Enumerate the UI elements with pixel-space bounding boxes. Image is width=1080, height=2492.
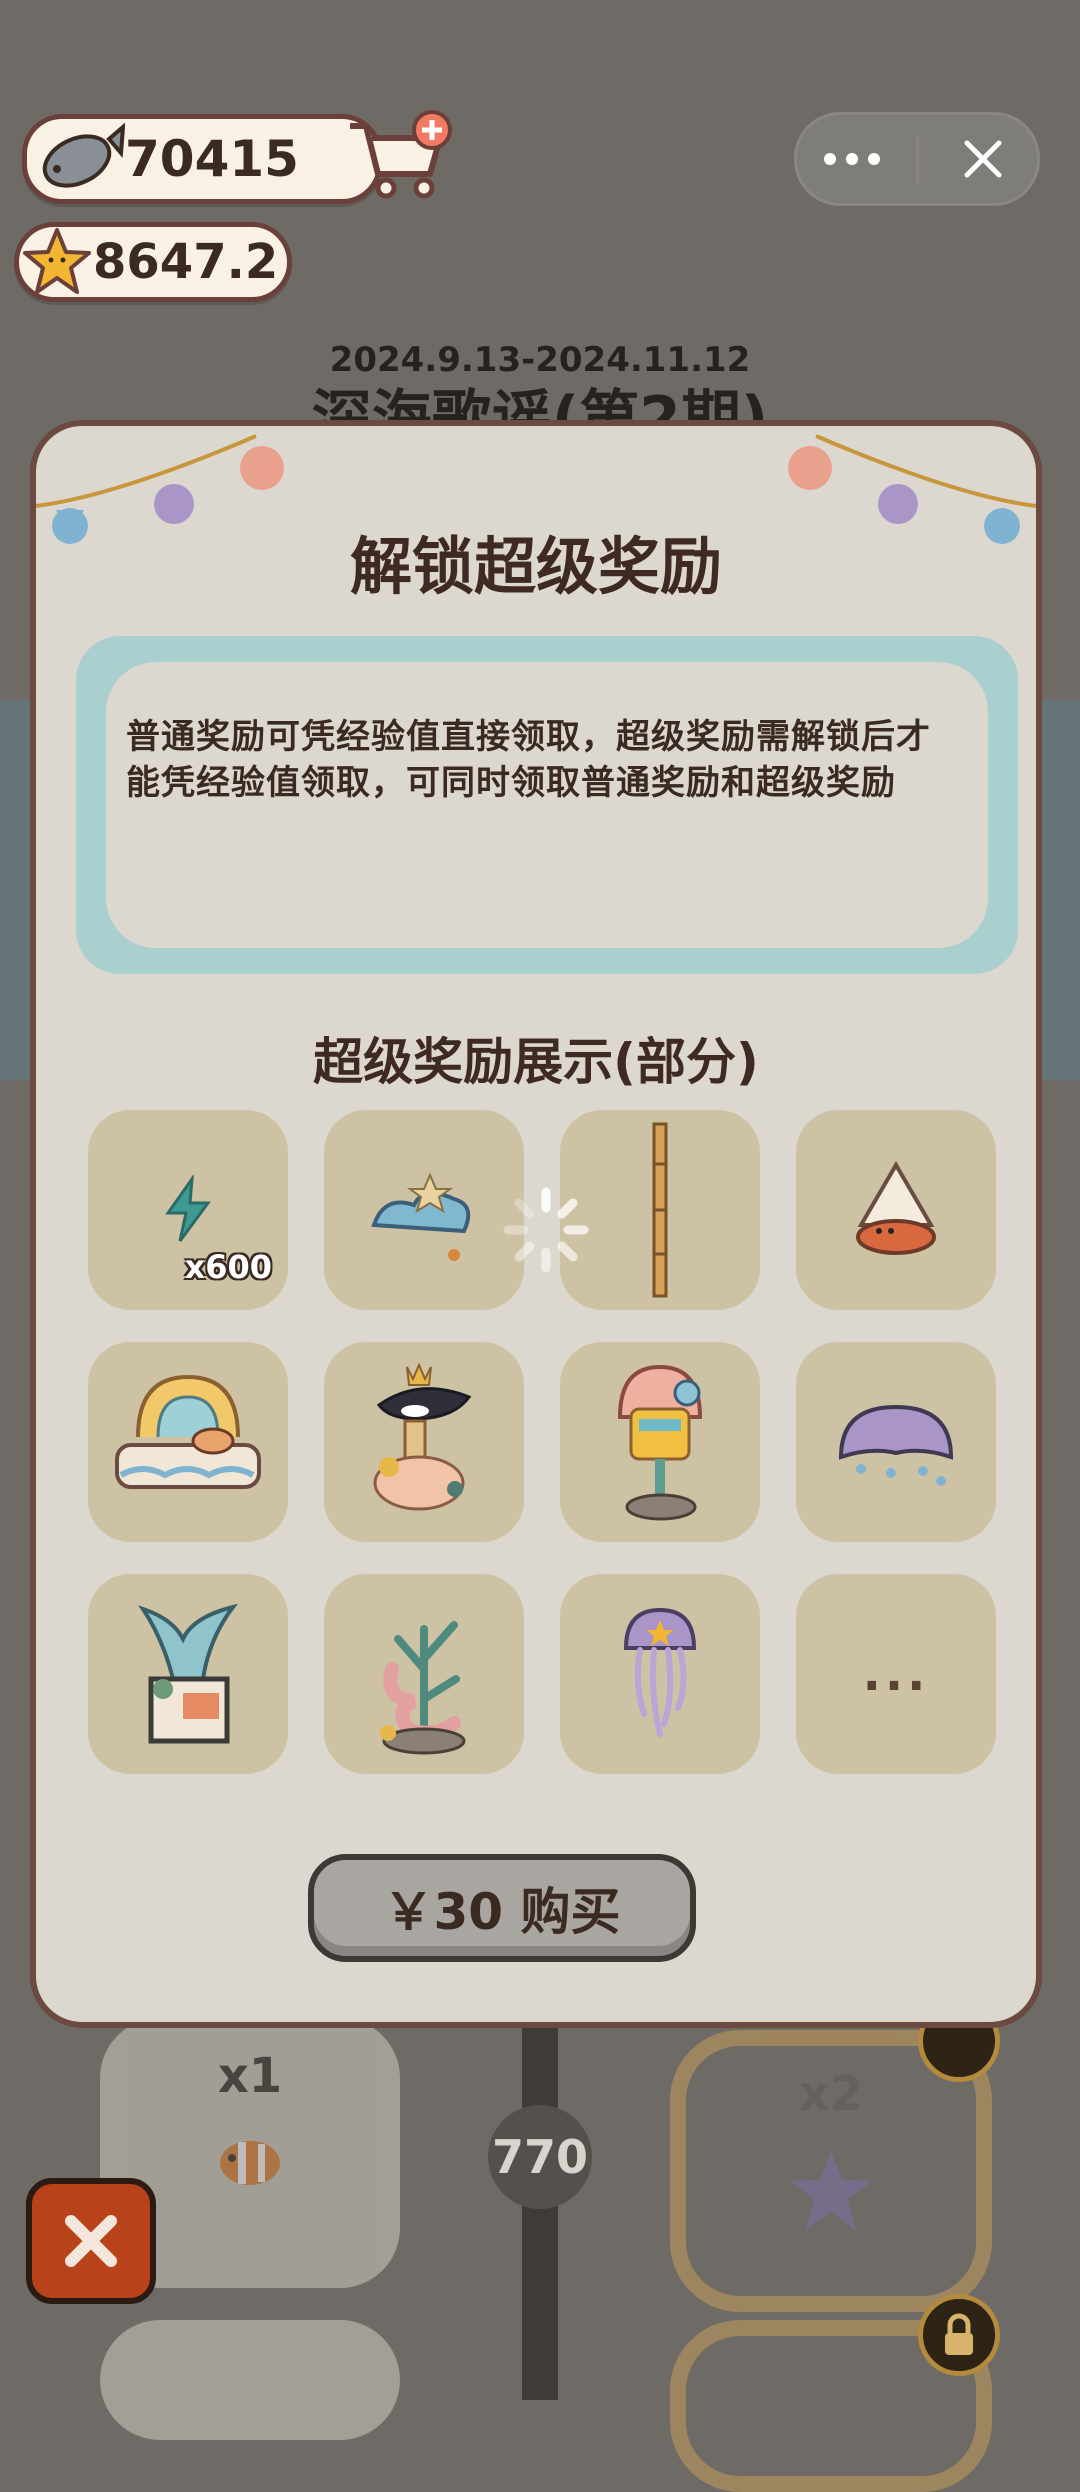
orca-sculpture-icon bbox=[373, 1362, 472, 1511]
reward-item-bamboo-pole[interactable] bbox=[560, 1110, 760, 1310]
reward-item-shell-machine[interactable] bbox=[560, 1342, 760, 1542]
fish-icon bbox=[42, 122, 125, 188]
description-frame: 普通奖励可凭经验值直接领取，超级奖励需解锁后才能凭经验值领取，可同时领取普通奖励… bbox=[76, 636, 1018, 974]
reward-item-hermit-crab-ship[interactable] bbox=[796, 1110, 996, 1310]
close-miniprogram-button[interactable] bbox=[938, 129, 1028, 189]
close-panel-button[interactable] bbox=[26, 2178, 156, 2304]
more-options-button[interactable] bbox=[807, 129, 897, 189]
coral-sculpture-icon bbox=[380, 1621, 466, 1755]
reward-item-jellyfish[interactable] bbox=[560, 1574, 760, 1774]
reward-item-shell-sofa[interactable] bbox=[88, 1342, 288, 1542]
jellyfish-icon bbox=[623, 1607, 697, 1737]
cart-icon bbox=[350, 110, 452, 199]
close-icon bbox=[65, 2215, 117, 2267]
fish-value: 70415 bbox=[125, 130, 299, 188]
reward-item-more[interactable]: ... bbox=[796, 1574, 996, 1774]
more-dots-icon bbox=[823, 153, 880, 165]
close-icon bbox=[964, 140, 1001, 178]
reward-qty-left: x1 bbox=[217, 2048, 283, 2104]
purple-jellyfish-lamp-icon bbox=[838, 1404, 954, 1486]
buy-button[interactable]: ￥30 购买 bbox=[308, 1854, 696, 1962]
reward-item-energy[interactable]: x600 bbox=[88, 1110, 288, 1310]
lock-icon bbox=[918, 2294, 1000, 2376]
fish-currency: 70415 bbox=[22, 114, 382, 204]
wave-cloud-icon bbox=[371, 1172, 471, 1261]
energy-icon bbox=[165, 1175, 211, 1242]
description-text: 普通奖励可凭经验值直接领取，超级奖励需解锁后才能凭经验值领取，可同时领取普通奖励… bbox=[126, 717, 931, 803]
star-value: 8647.2 bbox=[93, 234, 279, 290]
reward-card-left-2[interactable] bbox=[100, 2320, 400, 2440]
shell-sofa-icon bbox=[115, 1374, 261, 1489]
loading-spinner-icon bbox=[503, 1187, 589, 1273]
dialog-title: 解锁超级奖励 bbox=[349, 530, 722, 603]
capsule-divider bbox=[915, 135, 919, 183]
hermit-crab-ship-icon bbox=[856, 1161, 936, 1255]
miniprogram-capsule bbox=[794, 112, 1040, 206]
shop-cart-button[interactable] bbox=[344, 108, 454, 204]
reward-item-orca-sculpture[interactable] bbox=[324, 1342, 524, 1542]
showcase-title: 超级奖励展示(部分) bbox=[313, 1033, 759, 1091]
starfish-currency-icon bbox=[23, 228, 91, 294]
mermaid-tail-box-icon bbox=[138, 1603, 238, 1744]
more-items-icon: ... bbox=[862, 1646, 930, 1702]
starfish-icon bbox=[790, 2151, 872, 2230]
reward-item-coral-sculpture[interactable] bbox=[324, 1574, 524, 1774]
shell-machine-icon bbox=[617, 1364, 703, 1521]
clownfish-icon bbox=[220, 2141, 280, 2185]
level-number: 770 bbox=[488, 2105, 592, 2209]
star-currency: 8647.2 bbox=[14, 222, 292, 302]
reward-qty-right: x2 bbox=[798, 2066, 864, 2122]
reward-item-jellyfish-lamp[interactable] bbox=[796, 1342, 996, 1542]
reward-item-wave-cloud[interactable] bbox=[324, 1110, 524, 1310]
reward-item-mermaid-tail-box[interactable] bbox=[88, 1574, 288, 1774]
reward-qty: x600 bbox=[184, 1248, 272, 1286]
bamboo-pole-icon bbox=[652, 1122, 668, 1298]
